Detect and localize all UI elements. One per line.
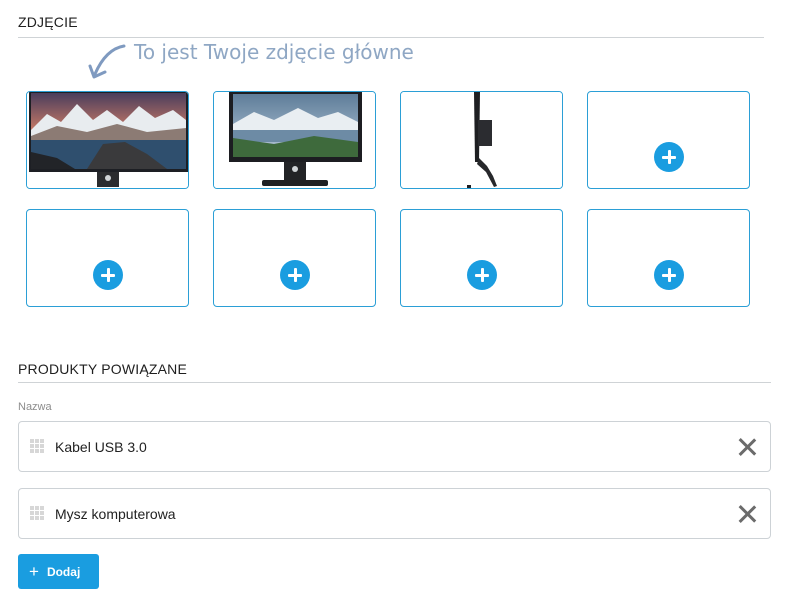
add-button-label: Dodaj (46, 564, 81, 579)
related-products-title: PRODUKTY POWIĄZANE (18, 361, 188, 377)
add-related-product-button[interactable]: + Dodaj (18, 554, 99, 589)
monitor-photo-2 (214, 92, 375, 188)
monitor-photo-3 (401, 92, 562, 188)
main-photo-hint: To jest Twoje zdjęcie główne (88, 40, 414, 84)
drag-handle-icon[interactable] (30, 439, 44, 453)
photo-slot-4-empty[interactable] (587, 91, 750, 189)
add-photo-icon[interactable] (467, 260, 497, 290)
name-column-label: Nazwa (18, 401, 52, 413)
photo-slot-3[interactable] (400, 91, 563, 189)
add-photo-icon[interactable] (654, 260, 684, 290)
photo-slot-7-empty[interactable] (400, 209, 563, 307)
related-product-name: Kabel USB 3.0 (55, 439, 147, 455)
photo-slot-main[interactable] (26, 91, 189, 189)
monitor-photo-main (27, 92, 188, 188)
photo-slot-8-empty[interactable] (587, 209, 750, 307)
add-photo-icon[interactable] (280, 260, 310, 290)
main-photo-hint-text: To jest Twoje zdjęcie główne (134, 40, 414, 64)
photos-section-divider (18, 37, 764, 38)
related-product-name: Mysz komputerowa (55, 506, 176, 522)
plus-icon: + (29, 562, 39, 581)
photos-section-title: ZDJĘCIE (18, 14, 78, 30)
add-photo-icon[interactable] (654, 142, 684, 172)
photo-slot-6-empty[interactable] (213, 209, 376, 307)
related-product-row[interactable]: Mysz komputerowa (18, 488, 771, 539)
close-icon[interactable] (738, 438, 756, 456)
drag-handle-icon[interactable] (30, 506, 44, 520)
curved-arrow-icon (88, 44, 126, 79)
photo-slot-2[interactable] (213, 91, 376, 189)
close-icon[interactable] (738, 505, 756, 523)
related-products-divider (18, 382, 771, 383)
related-product-row[interactable]: Kabel USB 3.0 (18, 421, 771, 472)
add-photo-icon[interactable] (93, 260, 123, 290)
photo-slot-5-empty[interactable] (26, 209, 189, 307)
